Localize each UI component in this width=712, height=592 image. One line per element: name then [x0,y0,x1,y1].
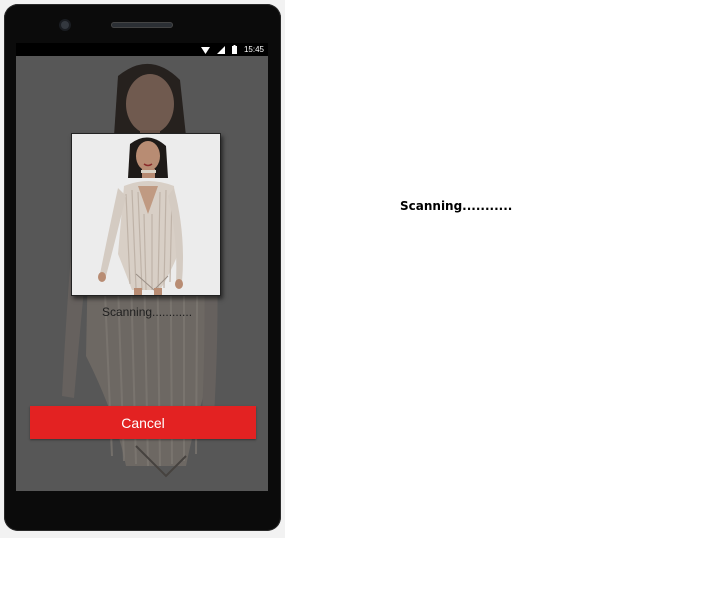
scanning-status-text: Scanning............ [102,305,193,319]
cancel-button[interactable]: Cancel [30,406,256,439]
phone-screen: 15:45 Scanning............ Cancel [16,43,268,491]
status-time: 15:45 [243,45,264,54]
wifi-icon [200,46,210,54]
scanning-status-label: Scanning........... [400,199,513,213]
product-image [72,134,220,295]
earpiece-speaker [111,22,173,28]
signal-icon [216,45,225,54]
scan-thumbnail [71,133,221,296]
battery-icon [231,45,237,54]
status-bar: 15:45 [16,43,268,56]
front-camera [61,21,69,29]
